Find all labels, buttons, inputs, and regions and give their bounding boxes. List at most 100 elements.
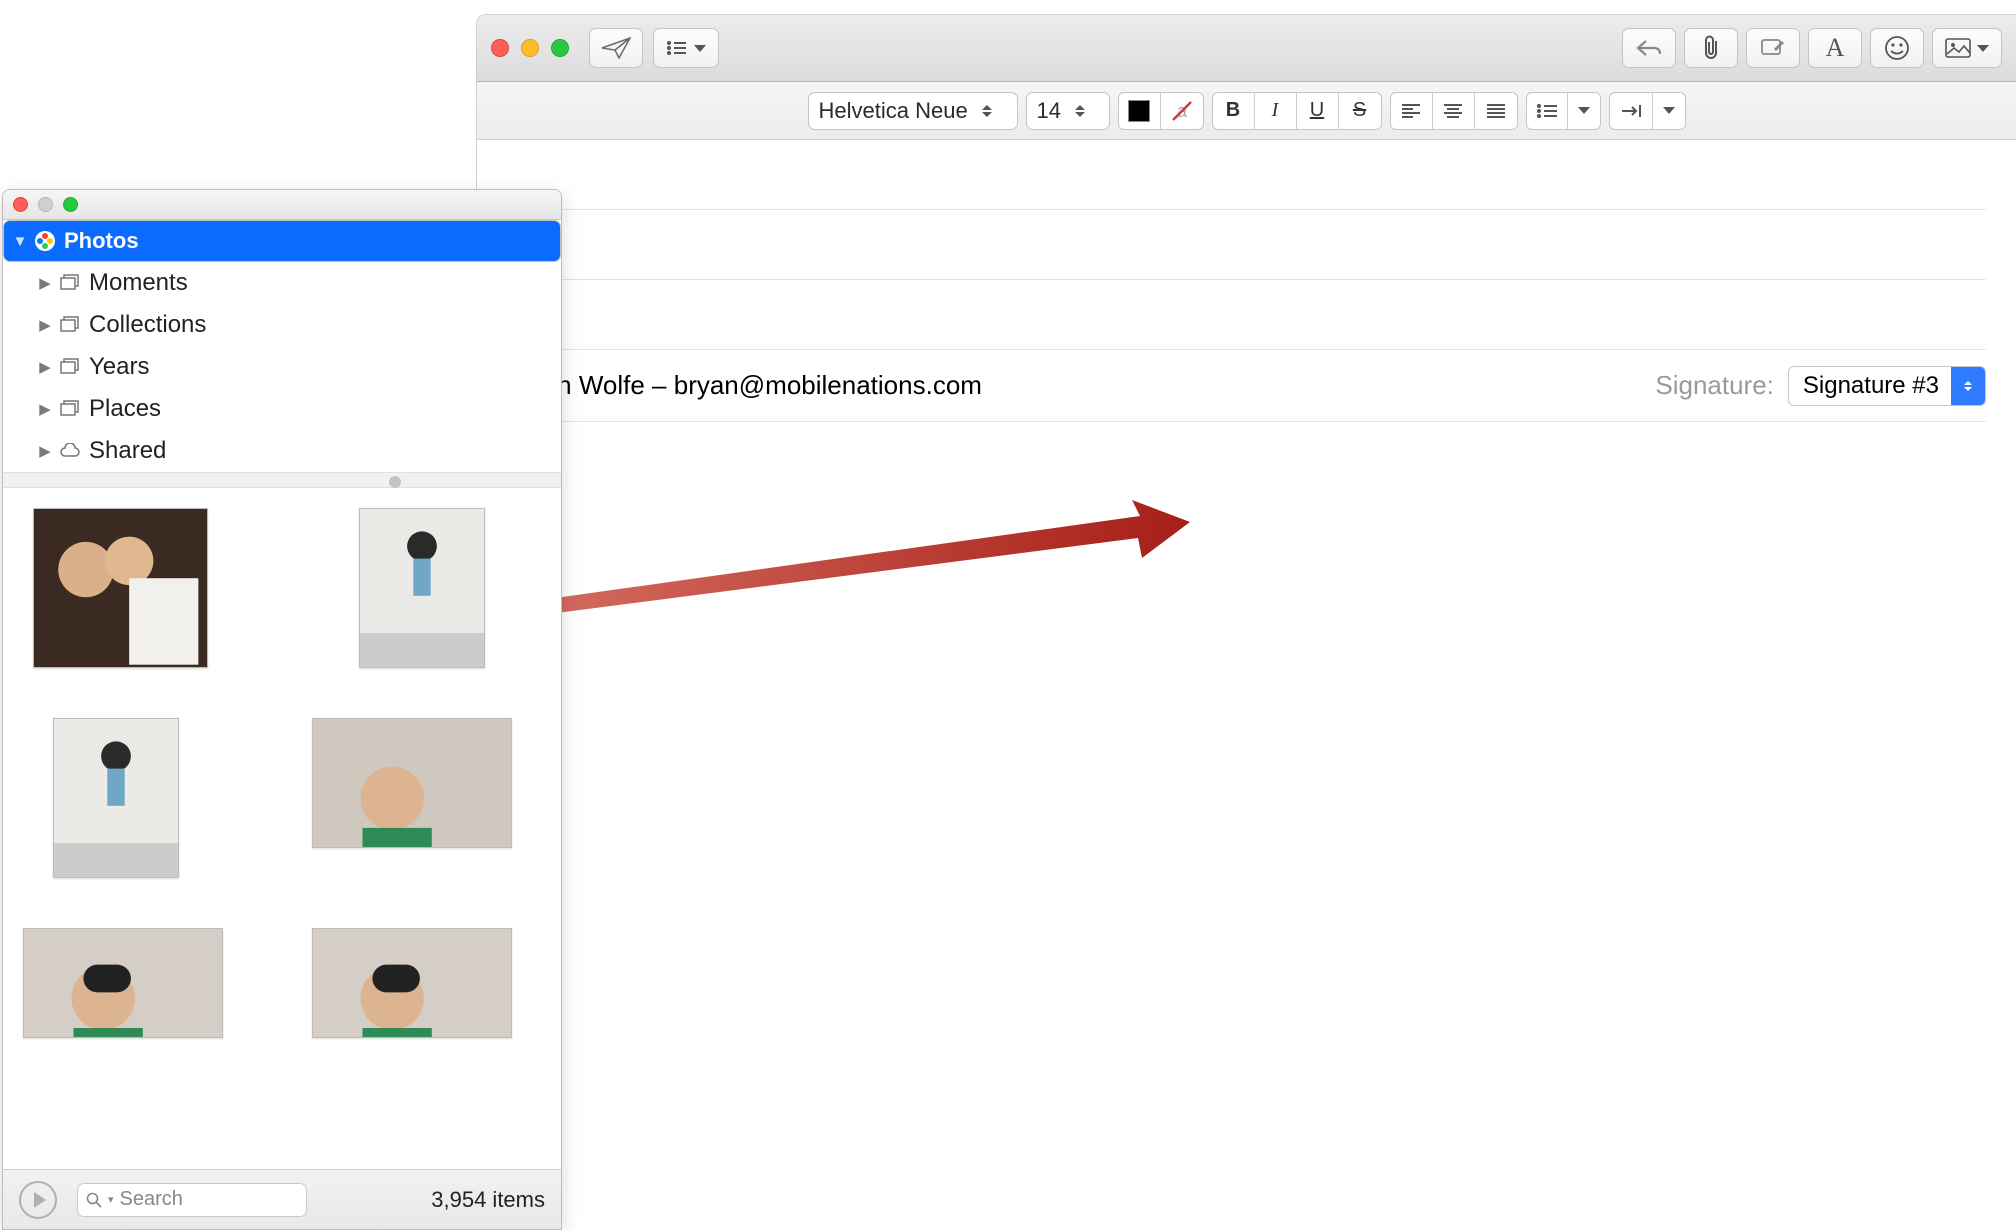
reply-button[interactable]	[1622, 28, 1676, 68]
markup-button[interactable]	[1746, 28, 1800, 68]
photo-thumbnail[interactable]	[53, 718, 179, 878]
photo-placeholder-icon	[360, 509, 484, 633]
search-placeholder: Search	[120, 1188, 183, 1211]
close-panel-button[interactable]	[13, 197, 28, 212]
align-left-button[interactable]	[1391, 93, 1433, 129]
list-style-button[interactable]	[1526, 92, 1601, 130]
cloud-icon	[59, 440, 81, 462]
color-swatch-icon	[1128, 100, 1150, 122]
minimize-panel-button[interactable]	[38, 197, 53, 212]
from-row: Fro n: Bryan Wolfe – bryan@mobilenations…	[507, 350, 1986, 422]
font-size-value: 14	[1037, 98, 1061, 124]
stack-icon	[59, 272, 81, 294]
photos-footer: ▾ Search 3,954 items	[3, 1169, 561, 1229]
photo-placeholder-icon	[54, 719, 178, 843]
send-button[interactable]	[589, 28, 643, 68]
letter-a-icon: A	[1826, 33, 1845, 63]
photo-icon	[1945, 38, 1971, 58]
tree-item-years[interactable]: ▶ Years	[3, 346, 561, 388]
strikethrough-button[interactable]: S	[1339, 93, 1381, 129]
color-segment: a	[1118, 92, 1204, 130]
disclosure-triangle-icon: ▼	[12, 233, 28, 250]
tree-label: Moments	[89, 269, 188, 297]
photo-browser-button[interactable]	[1932, 28, 2002, 68]
photos-app-icon	[34, 230, 56, 252]
photo-thumbnail[interactable]	[312, 928, 512, 1038]
mail-body-area[interactable]	[477, 422, 2016, 1122]
reply-arrow-icon	[1636, 39, 1662, 57]
bg-color-button[interactable]: a	[1161, 93, 1203, 129]
disclosure-triangle-icon: ▶	[37, 442, 53, 460]
play-slideshow-button[interactable]	[19, 1181, 57, 1219]
mail-format-bar: Helvetica Neue 14 a B I U S	[477, 82, 2016, 140]
stack-icon	[59, 314, 81, 336]
font-size-select[interactable]: 14	[1026, 92, 1110, 130]
photos-search-field[interactable]: ▾ Search	[77, 1183, 307, 1217]
tree-item-moments[interactable]: ▶ Moments	[3, 262, 561, 304]
tree-item-shared[interactable]: ▶ Shared	[3, 430, 561, 472]
signature-value: Signature #3	[1803, 372, 1939, 400]
photo-thumbnail[interactable]	[312, 718, 512, 848]
emoji-button[interactable]	[1870, 28, 1924, 68]
smiley-icon	[1884, 35, 1910, 61]
underline-button[interactable]: U	[1297, 93, 1339, 129]
tree-item-places[interactable]: ▶ Places	[3, 388, 561, 430]
signature-select[interactable]: Signature #3	[1788, 366, 1986, 406]
close-window-button[interactable]	[491, 39, 509, 57]
align-justify-icon	[1487, 104, 1505, 118]
tree-label: Photos	[64, 228, 139, 254]
text-color-button[interactable]	[1119, 93, 1161, 129]
tree-item-collections[interactable]: ▶ Collections	[3, 304, 561, 346]
window-controls	[491, 39, 569, 57]
markup-icon	[1760, 37, 1786, 59]
minimize-window-button[interactable]	[521, 39, 539, 57]
format-button[interactable]: A	[1808, 28, 1862, 68]
attach-button[interactable]	[1684, 28, 1738, 68]
disclosure-triangle-icon: ▶	[37, 400, 53, 418]
photos-thumbnail-grid	[3, 488, 561, 1048]
tree-label: Years	[89, 353, 150, 381]
select-stepper-icon	[1951, 367, 1985, 405]
photo-placeholder-icon	[313, 929, 511, 1038]
tree-scrollbar[interactable]	[3, 472, 561, 488]
align-center-button[interactable]	[1433, 93, 1475, 129]
from-value: Bryan Wolfe – bryan@mobilenations.com	[504, 370, 982, 401]
stack-icon	[59, 356, 81, 378]
list-icon	[666, 40, 686, 56]
bold-button[interactable]: B	[1213, 93, 1255, 129]
mail-header-fields: To: Subject: Fro n: Bryan Wolfe – bryan@…	[477, 140, 2016, 422]
disclosure-triangle-icon: ▶	[37, 316, 53, 334]
mail-compose-window: A Helvetica Neue 14 a B	[476, 14, 2016, 1230]
scrollbar-thumb[interactable]	[389, 476, 401, 488]
align-left-icon	[1402, 104, 1420, 118]
bullet-list-icon	[1537, 104, 1557, 118]
zoom-window-button[interactable]	[551, 39, 569, 57]
signature-label: Signature:	[1655, 370, 1774, 401]
photo-placeholder-icon	[313, 719, 511, 848]
indent-icon	[1620, 104, 1642, 118]
chevron-down-icon	[1663, 107, 1675, 114]
photos-media-browser: ▼ Photos ▶ Moments ▶ Collections ▶ Years…	[2, 189, 562, 1230]
photo-thumbnail[interactable]	[23, 928, 223, 1038]
header-fields-button[interactable]	[653, 28, 719, 68]
magnifier-icon	[86, 1192, 102, 1208]
to-row[interactable]: To:	[507, 140, 1986, 210]
font-family-value: Helvetica Neue	[819, 98, 968, 124]
italic-button[interactable]: I	[1255, 93, 1297, 129]
photo-placeholder-icon	[34, 509, 207, 668]
item-count-label: 3,954 items	[431, 1187, 545, 1213]
paper-plane-icon	[601, 37, 631, 59]
chevron-down-icon	[1578, 107, 1590, 114]
tree-item-photos[interactable]: ▼ Photos	[3, 220, 561, 262]
indent-button[interactable]	[1609, 92, 1686, 130]
strike-a-icon: a	[1171, 100, 1193, 122]
cc-row[interactable]	[507, 210, 1986, 280]
photo-thumbnail[interactable]	[33, 508, 208, 668]
subject-row[interactable]: Subject:	[507, 280, 1986, 350]
zoom-panel-button[interactable]	[63, 197, 78, 212]
photo-thumbnail[interactable]	[359, 508, 485, 668]
font-family-select[interactable]: Helvetica Neue	[808, 92, 1018, 130]
photo-placeholder-icon	[24, 929, 222, 1038]
align-justify-button[interactable]	[1475, 93, 1517, 129]
tree-label: Shared	[89, 437, 166, 465]
